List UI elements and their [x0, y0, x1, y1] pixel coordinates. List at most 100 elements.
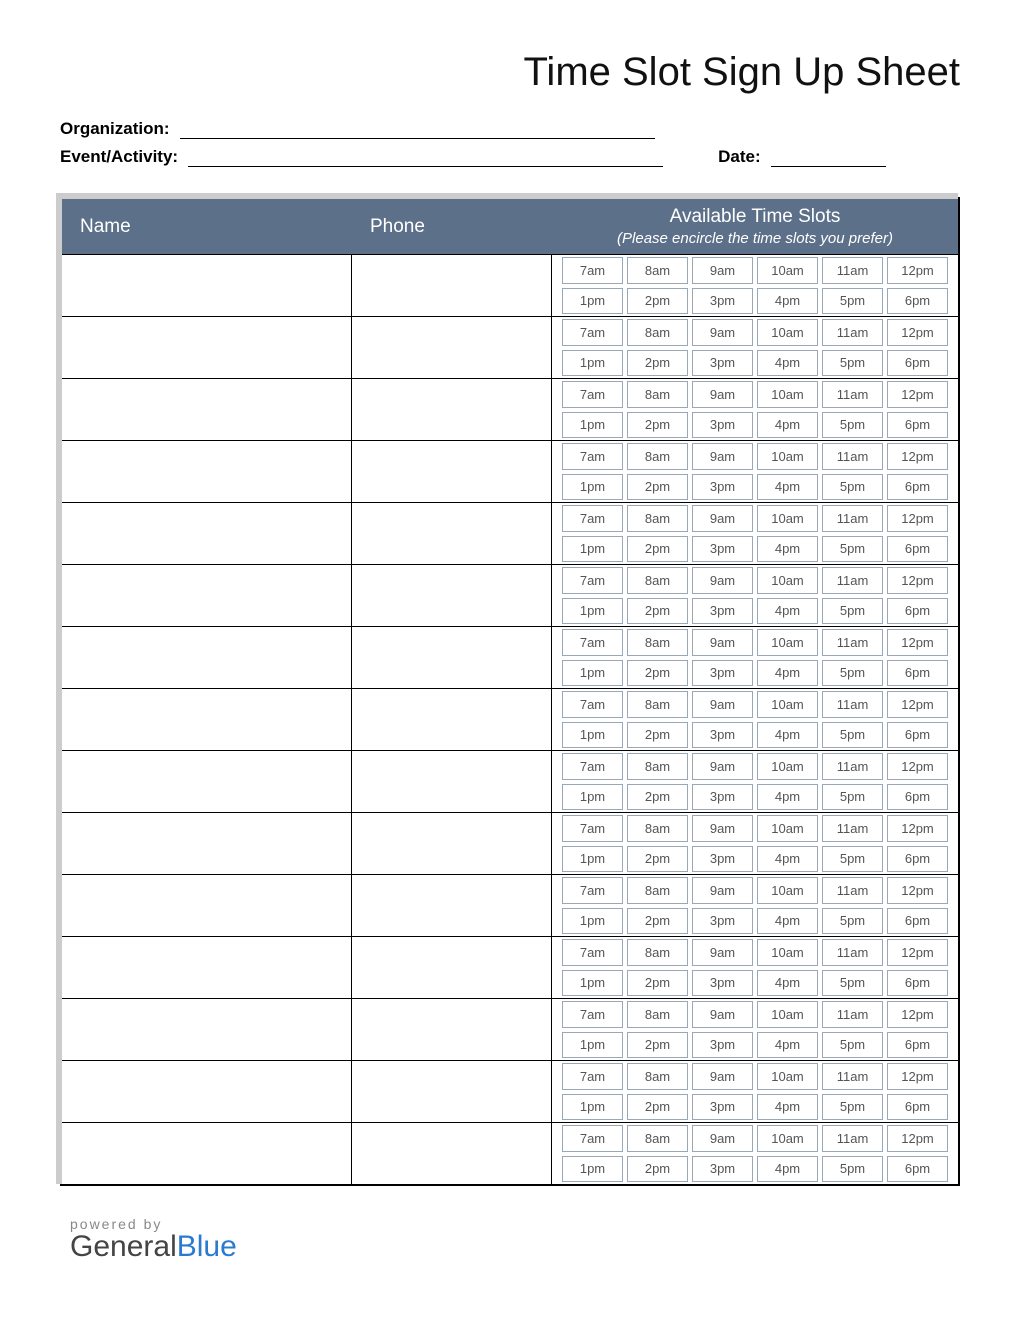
time-slot-option[interactable]: 4pm: [757, 474, 818, 501]
time-slot-option[interactable]: 11am: [822, 629, 883, 656]
time-slot-option[interactable]: 7am: [562, 939, 623, 966]
time-slot-option[interactable]: 3pm: [692, 846, 753, 873]
time-slot-option[interactable]: 10am: [757, 443, 818, 470]
time-slot-option[interactable]: 10am: [757, 939, 818, 966]
time-slot-option[interactable]: 1pm: [562, 288, 623, 315]
time-slot-option[interactable]: 2pm: [627, 908, 688, 935]
time-slot-option[interactable]: 7am: [562, 381, 623, 408]
time-slot-option[interactable]: 7am: [562, 257, 623, 284]
time-slot-option[interactable]: 5pm: [822, 1156, 883, 1183]
name-cell[interactable]: [62, 937, 352, 998]
phone-cell[interactable]: [352, 813, 552, 874]
phone-cell[interactable]: [352, 875, 552, 936]
time-slot-option[interactable]: 11am: [822, 1001, 883, 1028]
time-slot-option[interactable]: 2pm: [627, 598, 688, 625]
time-slot-option[interactable]: 8am: [627, 443, 688, 470]
time-slot-option[interactable]: 7am: [562, 815, 623, 842]
time-slot-option[interactable]: 1pm: [562, 1032, 623, 1059]
time-slot-option[interactable]: 2pm: [627, 536, 688, 563]
time-slot-option[interactable]: 9am: [692, 691, 753, 718]
time-slot-option[interactable]: 5pm: [822, 970, 883, 997]
phone-cell[interactable]: [352, 565, 552, 626]
time-slot-option[interactable]: 9am: [692, 319, 753, 346]
time-slot-option[interactable]: 3pm: [692, 1032, 753, 1059]
time-slot-option[interactable]: 8am: [627, 381, 688, 408]
time-slot-option[interactable]: 11am: [822, 505, 883, 532]
time-slot-option[interactable]: 6pm: [887, 350, 948, 377]
time-slot-option[interactable]: 6pm: [887, 660, 948, 687]
phone-cell[interactable]: [352, 999, 552, 1060]
time-slot-option[interactable]: 12pm: [887, 443, 948, 470]
time-slot-option[interactable]: 11am: [822, 939, 883, 966]
time-slot-option[interactable]: 2pm: [627, 1094, 688, 1121]
time-slot-option[interactable]: 7am: [562, 1125, 623, 1152]
time-slot-option[interactable]: 6pm: [887, 1094, 948, 1121]
time-slot-option[interactable]: 11am: [822, 381, 883, 408]
name-cell[interactable]: [62, 813, 352, 874]
name-cell[interactable]: [62, 689, 352, 750]
time-slot-option[interactable]: 11am: [822, 319, 883, 346]
time-slot-option[interactable]: 6pm: [887, 846, 948, 873]
time-slot-option[interactable]: 8am: [627, 1063, 688, 1090]
time-slot-option[interactable]: 9am: [692, 443, 753, 470]
time-slot-option[interactable]: 6pm: [887, 784, 948, 811]
time-slot-option[interactable]: 1pm: [562, 536, 623, 563]
time-slot-option[interactable]: 8am: [627, 505, 688, 532]
time-slot-option[interactable]: 4pm: [757, 908, 818, 935]
time-slot-option[interactable]: 6pm: [887, 598, 948, 625]
time-slot-option[interactable]: 6pm: [887, 412, 948, 439]
time-slot-option[interactable]: 11am: [822, 567, 883, 594]
time-slot-option[interactable]: 6pm: [887, 536, 948, 563]
time-slot-option[interactable]: 4pm: [757, 660, 818, 687]
time-slot-option[interactable]: 6pm: [887, 722, 948, 749]
time-slot-option[interactable]: 12pm: [887, 753, 948, 780]
time-slot-option[interactable]: 3pm: [692, 288, 753, 315]
time-slot-option[interactable]: 9am: [692, 877, 753, 904]
time-slot-option[interactable]: 9am: [692, 567, 753, 594]
time-slot-option[interactable]: 4pm: [757, 1094, 818, 1121]
time-slot-option[interactable]: 4pm: [757, 722, 818, 749]
time-slot-option[interactable]: 3pm: [692, 970, 753, 997]
phone-cell[interactable]: [352, 503, 552, 564]
time-slot-option[interactable]: 1pm: [562, 784, 623, 811]
time-slot-option[interactable]: 7am: [562, 629, 623, 656]
phone-cell[interactable]: [352, 937, 552, 998]
time-slot-option[interactable]: 7am: [562, 753, 623, 780]
time-slot-option[interactable]: 12pm: [887, 1063, 948, 1090]
time-slot-option[interactable]: 5pm: [822, 784, 883, 811]
time-slot-option[interactable]: 6pm: [887, 1156, 948, 1183]
name-cell[interactable]: [62, 999, 352, 1060]
time-slot-option[interactable]: 4pm: [757, 1156, 818, 1183]
time-slot-option[interactable]: 5pm: [822, 412, 883, 439]
time-slot-option[interactable]: 5pm: [822, 474, 883, 501]
time-slot-option[interactable]: 7am: [562, 319, 623, 346]
phone-cell[interactable]: [352, 689, 552, 750]
time-slot-option[interactable]: 8am: [627, 629, 688, 656]
event-input-line[interactable]: [188, 141, 663, 167]
name-cell[interactable]: [62, 317, 352, 378]
time-slot-option[interactable]: 5pm: [822, 908, 883, 935]
time-slot-option[interactable]: 3pm: [692, 536, 753, 563]
time-slot-option[interactable]: 9am: [692, 815, 753, 842]
time-slot-option[interactable]: 6pm: [887, 474, 948, 501]
time-slot-option[interactable]: 8am: [627, 567, 688, 594]
time-slot-option[interactable]: 8am: [627, 877, 688, 904]
time-slot-option[interactable]: 6pm: [887, 1032, 948, 1059]
time-slot-option[interactable]: 5pm: [822, 722, 883, 749]
time-slot-option[interactable]: 12pm: [887, 939, 948, 966]
name-cell[interactable]: [62, 441, 352, 502]
time-slot-option[interactable]: 4pm: [757, 288, 818, 315]
time-slot-option[interactable]: 4pm: [757, 970, 818, 997]
time-slot-option[interactable]: 2pm: [627, 474, 688, 501]
time-slot-option[interactable]: 1pm: [562, 722, 623, 749]
time-slot-option[interactable]: 11am: [822, 257, 883, 284]
time-slot-option[interactable]: 1pm: [562, 846, 623, 873]
time-slot-option[interactable]: 8am: [627, 1001, 688, 1028]
time-slot-option[interactable]: 10am: [757, 877, 818, 904]
organization-input-line[interactable]: [180, 113, 655, 139]
time-slot-option[interactable]: 3pm: [692, 350, 753, 377]
time-slot-option[interactable]: 2pm: [627, 660, 688, 687]
name-cell[interactable]: [62, 1061, 352, 1122]
time-slot-option[interactable]: 5pm: [822, 1032, 883, 1059]
time-slot-option[interactable]: 10am: [757, 1125, 818, 1152]
